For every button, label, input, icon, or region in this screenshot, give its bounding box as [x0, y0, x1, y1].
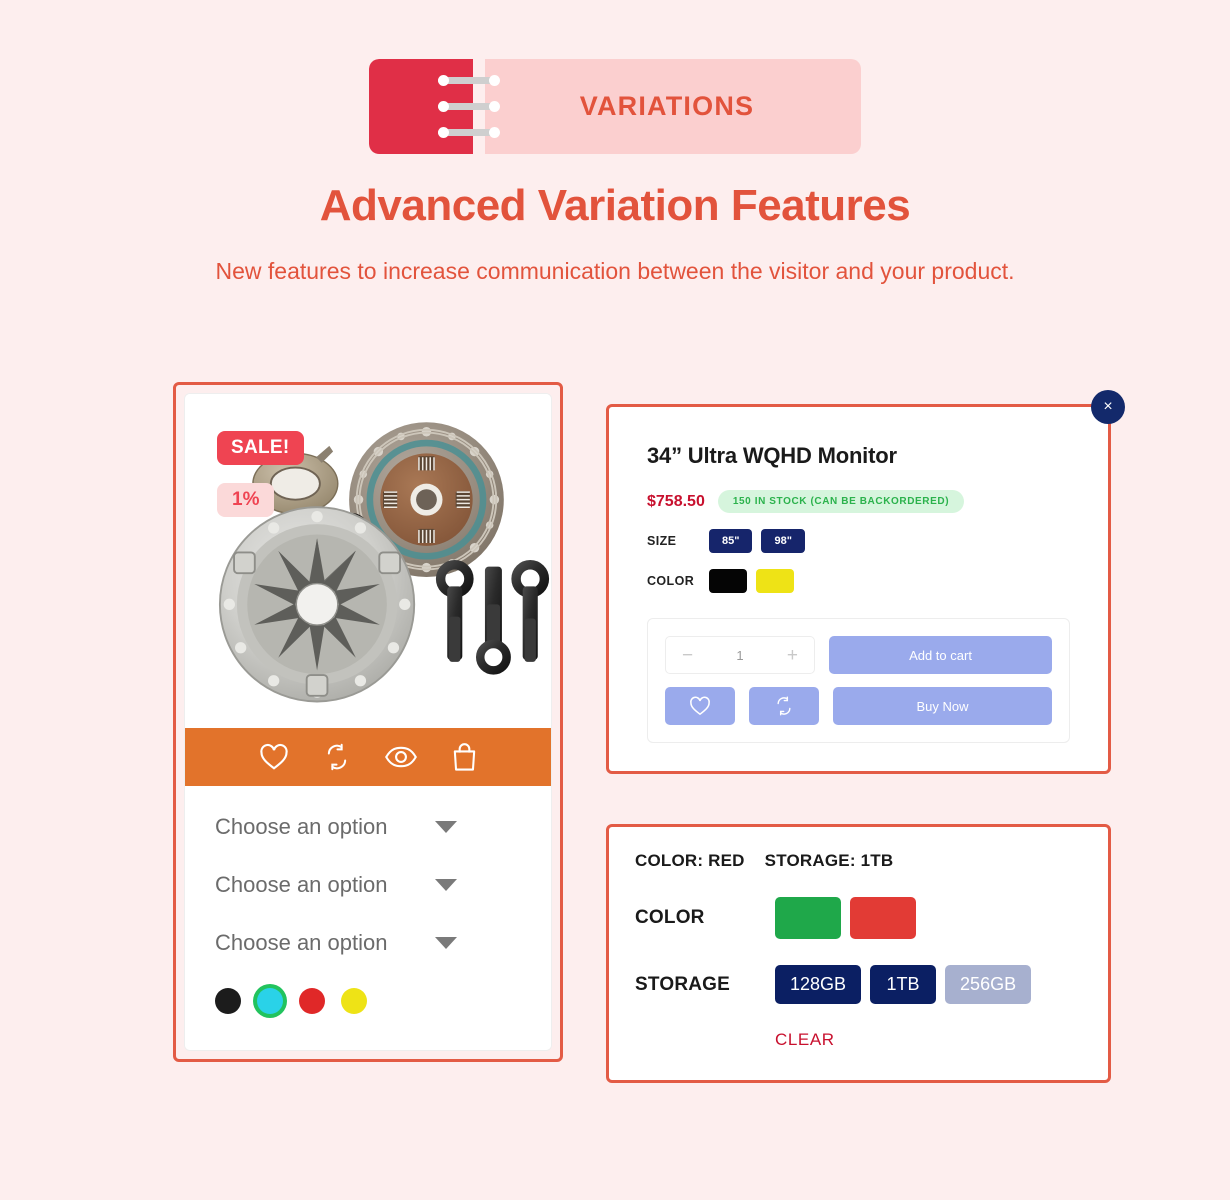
- variation-dropdown-1[interactable]: Choose an option: [215, 814, 457, 840]
- buy-now-button[interactable]: Buy Now: [833, 687, 1052, 725]
- color-option-yellow[interactable]: [756, 569, 794, 593]
- selected-variation-summary: COLOR: RED STORAGE: 1TB: [635, 851, 1082, 871]
- compare-icon[interactable]: [323, 743, 351, 771]
- variation-storage-128gb[interactable]: 128GB: [775, 965, 862, 1004]
- product-price: $758.50: [647, 492, 705, 510]
- compare-button[interactable]: [749, 687, 819, 725]
- chevron-down-icon: [435, 821, 457, 833]
- chevron-down-icon: [435, 937, 457, 949]
- variations-badge-wrapper: VARIATIONS: [0, 0, 1230, 154]
- size-option-85[interactable]: 85": [709, 529, 753, 553]
- wishlist-icon[interactable]: [259, 743, 289, 771]
- stock-badge: 150 IN STOCK (CAN BE BACKORDERED): [717, 490, 965, 513]
- quantity-decrement[interactable]: −: [682, 646, 693, 665]
- product-action-bar: [185, 728, 551, 786]
- variation-storage-256gb[interactable]: 256GB: [945, 965, 1032, 1004]
- dropdown-label: Choose an option: [215, 814, 388, 839]
- compare-icon: [777, 696, 791, 716]
- quantity-increment[interactable]: +: [787, 646, 798, 665]
- clear-link[interactable]: CLEAR: [775, 1030, 1082, 1050]
- dropdown-label: Choose an option: [215, 872, 388, 897]
- variation-selector-panel: COLOR: RED STORAGE: 1TB COLOR STORAGE 12…: [606, 824, 1111, 1083]
- color-swatch-row: [215, 988, 521, 1014]
- quick-view-panel: × 34” Ultra WQHD Monitor $758.50 150 IN …: [606, 390, 1125, 774]
- product-title: 34” Ultra WQHD Monitor: [647, 443, 897, 468]
- variation-dropdown-3[interactable]: Choose an option: [215, 930, 457, 956]
- variation-row-color: COLOR: [635, 897, 1082, 939]
- add-to-cart-icon[interactable]: [451, 742, 478, 772]
- product-card-highlight-frame: SALE! 1% Choose an option Choose an opti…: [173, 382, 563, 1062]
- size-option-98[interactable]: 98": [761, 529, 805, 553]
- page-subtitle: New features to increase communication b…: [215, 258, 1015, 284]
- product-card-column: SALE! 1% Choose an option Choose an opti…: [173, 382, 563, 1062]
- add-to-cart-button[interactable]: Add to cart: [829, 636, 1052, 674]
- attribute-row-size: SIZE 85" 98": [647, 529, 1070, 553]
- page-title: Advanced Variation Features: [319, 181, 911, 230]
- badge-label: VARIATIONS: [579, 91, 755, 121]
- variation-color-red[interactable]: [850, 897, 916, 939]
- dropdown-label: Choose an option: [215, 930, 388, 955]
- cart-controls: − 1 + Add to cart Buy Now: [647, 618, 1070, 743]
- variations-badge: VARIATIONS: [369, 59, 861, 154]
- color-swatch-black[interactable]: [215, 988, 241, 1014]
- product-image-area: SALE! 1%: [185, 394, 551, 728]
- attribute-label: SIZE: [647, 534, 677, 548]
- product-card[interactable]: SALE! 1% Choose an option Choose an opti…: [184, 393, 552, 1051]
- close-icon[interactable]: ×: [1091, 390, 1125, 424]
- variation-label: STORAGE: [635, 973, 731, 995]
- attribute-label: COLOR: [647, 574, 695, 588]
- right-column: × 34” Ultra WQHD Monitor $758.50 150 IN …: [606, 390, 1125, 1083]
- summary-storage: STORAGE: 1TB: [764, 851, 894, 870]
- variation-row-storage: STORAGE 128GB 1TB 256GB: [635, 965, 1082, 1004]
- wishlist-button[interactable]: [665, 687, 735, 725]
- color-option-black[interactable]: [709, 569, 747, 593]
- sale-badge: SALE!: [217, 431, 304, 465]
- variation-label: COLOR: [635, 907, 705, 928]
- quantity-stepper[interactable]: − 1 +: [665, 636, 815, 674]
- color-swatch-cyan[interactable]: [257, 988, 283, 1014]
- variation-dropdown-2[interactable]: Choose an option: [215, 872, 457, 898]
- summary-color: COLOR: RED: [635, 851, 745, 870]
- price-row: $758.50 150 IN STOCK (CAN BE BACKORDERED…: [647, 490, 1070, 513]
- product-options: Choose an option Choose an option Choose…: [185, 786, 551, 1050]
- discount-badge: 1%: [217, 483, 275, 517]
- color-swatch-red[interactable]: [299, 988, 325, 1014]
- chevron-down-icon: [435, 879, 457, 891]
- color-swatch-yellow[interactable]: [341, 988, 367, 1014]
- quantity-value: 1: [736, 647, 744, 663]
- variation-storage-1tb[interactable]: 1TB: [870, 965, 937, 1004]
- attribute-row-color: COLOR: [647, 569, 1070, 593]
- quick-view-icon[interactable]: [384, 744, 417, 770]
- variation-color-green[interactable]: [775, 897, 841, 939]
- spiral-binding-icon: [438, 59, 500, 154]
- heart-icon: [690, 696, 710, 716]
